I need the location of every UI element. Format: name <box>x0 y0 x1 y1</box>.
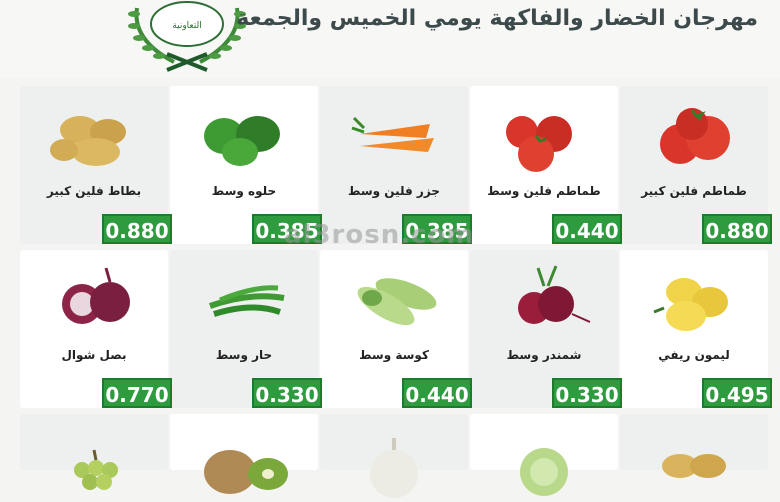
product-price: 0.440 <box>552 214 622 244</box>
grapes-icon <box>74 449 118 490</box>
product-card[interactable]: طماطم فلين كبير 0.880 <box>620 86 772 244</box>
product-name: بصل شوال <box>61 348 127 362</box>
product-name: ليمون ريفي <box>658 348 730 362</box>
product-name: كوسة وسط <box>359 348 429 362</box>
product-card[interactable]: بصل شوال 0.770 <box>20 250 172 408</box>
product-price: 0.770 <box>102 378 172 408</box>
carrot-icon <box>351 116 434 152</box>
kiwi-icon <box>204 450 288 494</box>
product-name: جزر فلين وسط <box>348 184 440 198</box>
product-name: حلوه وسط <box>211 184 277 198</box>
product-card[interactable] <box>470 414 618 496</box>
beet-icon <box>518 265 591 324</box>
header-bar: التعاونية مهرجان الخضار والفاكهة يومي ال… <box>0 0 780 78</box>
product-card[interactable]: كوسة وسط 0.440 <box>320 250 472 408</box>
logo-text: التعاونية <box>172 21 201 31</box>
product-name: شمندر وسط <box>506 348 582 362</box>
product-card[interactable] <box>20 414 168 490</box>
product-card[interactable] <box>620 414 768 478</box>
product-name: طماطم فلين كبير <box>641 184 747 198</box>
product-price: 0.330 <box>552 378 622 408</box>
pepper-icon <box>204 116 280 166</box>
product-card[interactable]: شمندر وسط 0.330 <box>470 250 622 408</box>
chili-icon <box>209 285 285 317</box>
product-name: طماطم فلين وسط <box>487 184 601 198</box>
product-card[interactable]: بطاط فلين كبير 0.880 <box>20 86 172 244</box>
product-card[interactable] <box>170 414 318 494</box>
tomato-icon <box>506 116 572 172</box>
product-price: 0.880 <box>702 214 772 244</box>
product-price: 0.330 <box>252 378 322 408</box>
product-card[interactable]: ليمون ريفي 0.495 <box>620 250 772 408</box>
product-card[interactable]: طماطم فلين وسط 0.440 <box>470 86 622 244</box>
product-price: 0.495 <box>702 378 772 408</box>
onion-icon <box>62 267 130 324</box>
product-price: 0.880 <box>102 214 172 244</box>
product-card[interactable] <box>320 414 468 498</box>
potato-icon <box>662 454 726 478</box>
watermark: al3rosn.com <box>284 220 475 250</box>
page-title: مهرجان الخضار والفاكهة يومي الخميس والجم… <box>236 6 758 31</box>
product-name: بطاط فلين كبير <box>46 184 142 198</box>
product-price: 0.440 <box>402 378 472 408</box>
cabbage-icon <box>520 448 568 496</box>
zucchini-icon <box>357 278 437 326</box>
tomato-icon <box>660 108 730 164</box>
product-name: حار وسط <box>215 348 273 362</box>
lemon-icon <box>653 278 728 331</box>
product-card[interactable]: حار وسط 0.330 <box>170 250 322 408</box>
garlic-icon <box>370 438 418 498</box>
potato-icon <box>50 116 126 166</box>
